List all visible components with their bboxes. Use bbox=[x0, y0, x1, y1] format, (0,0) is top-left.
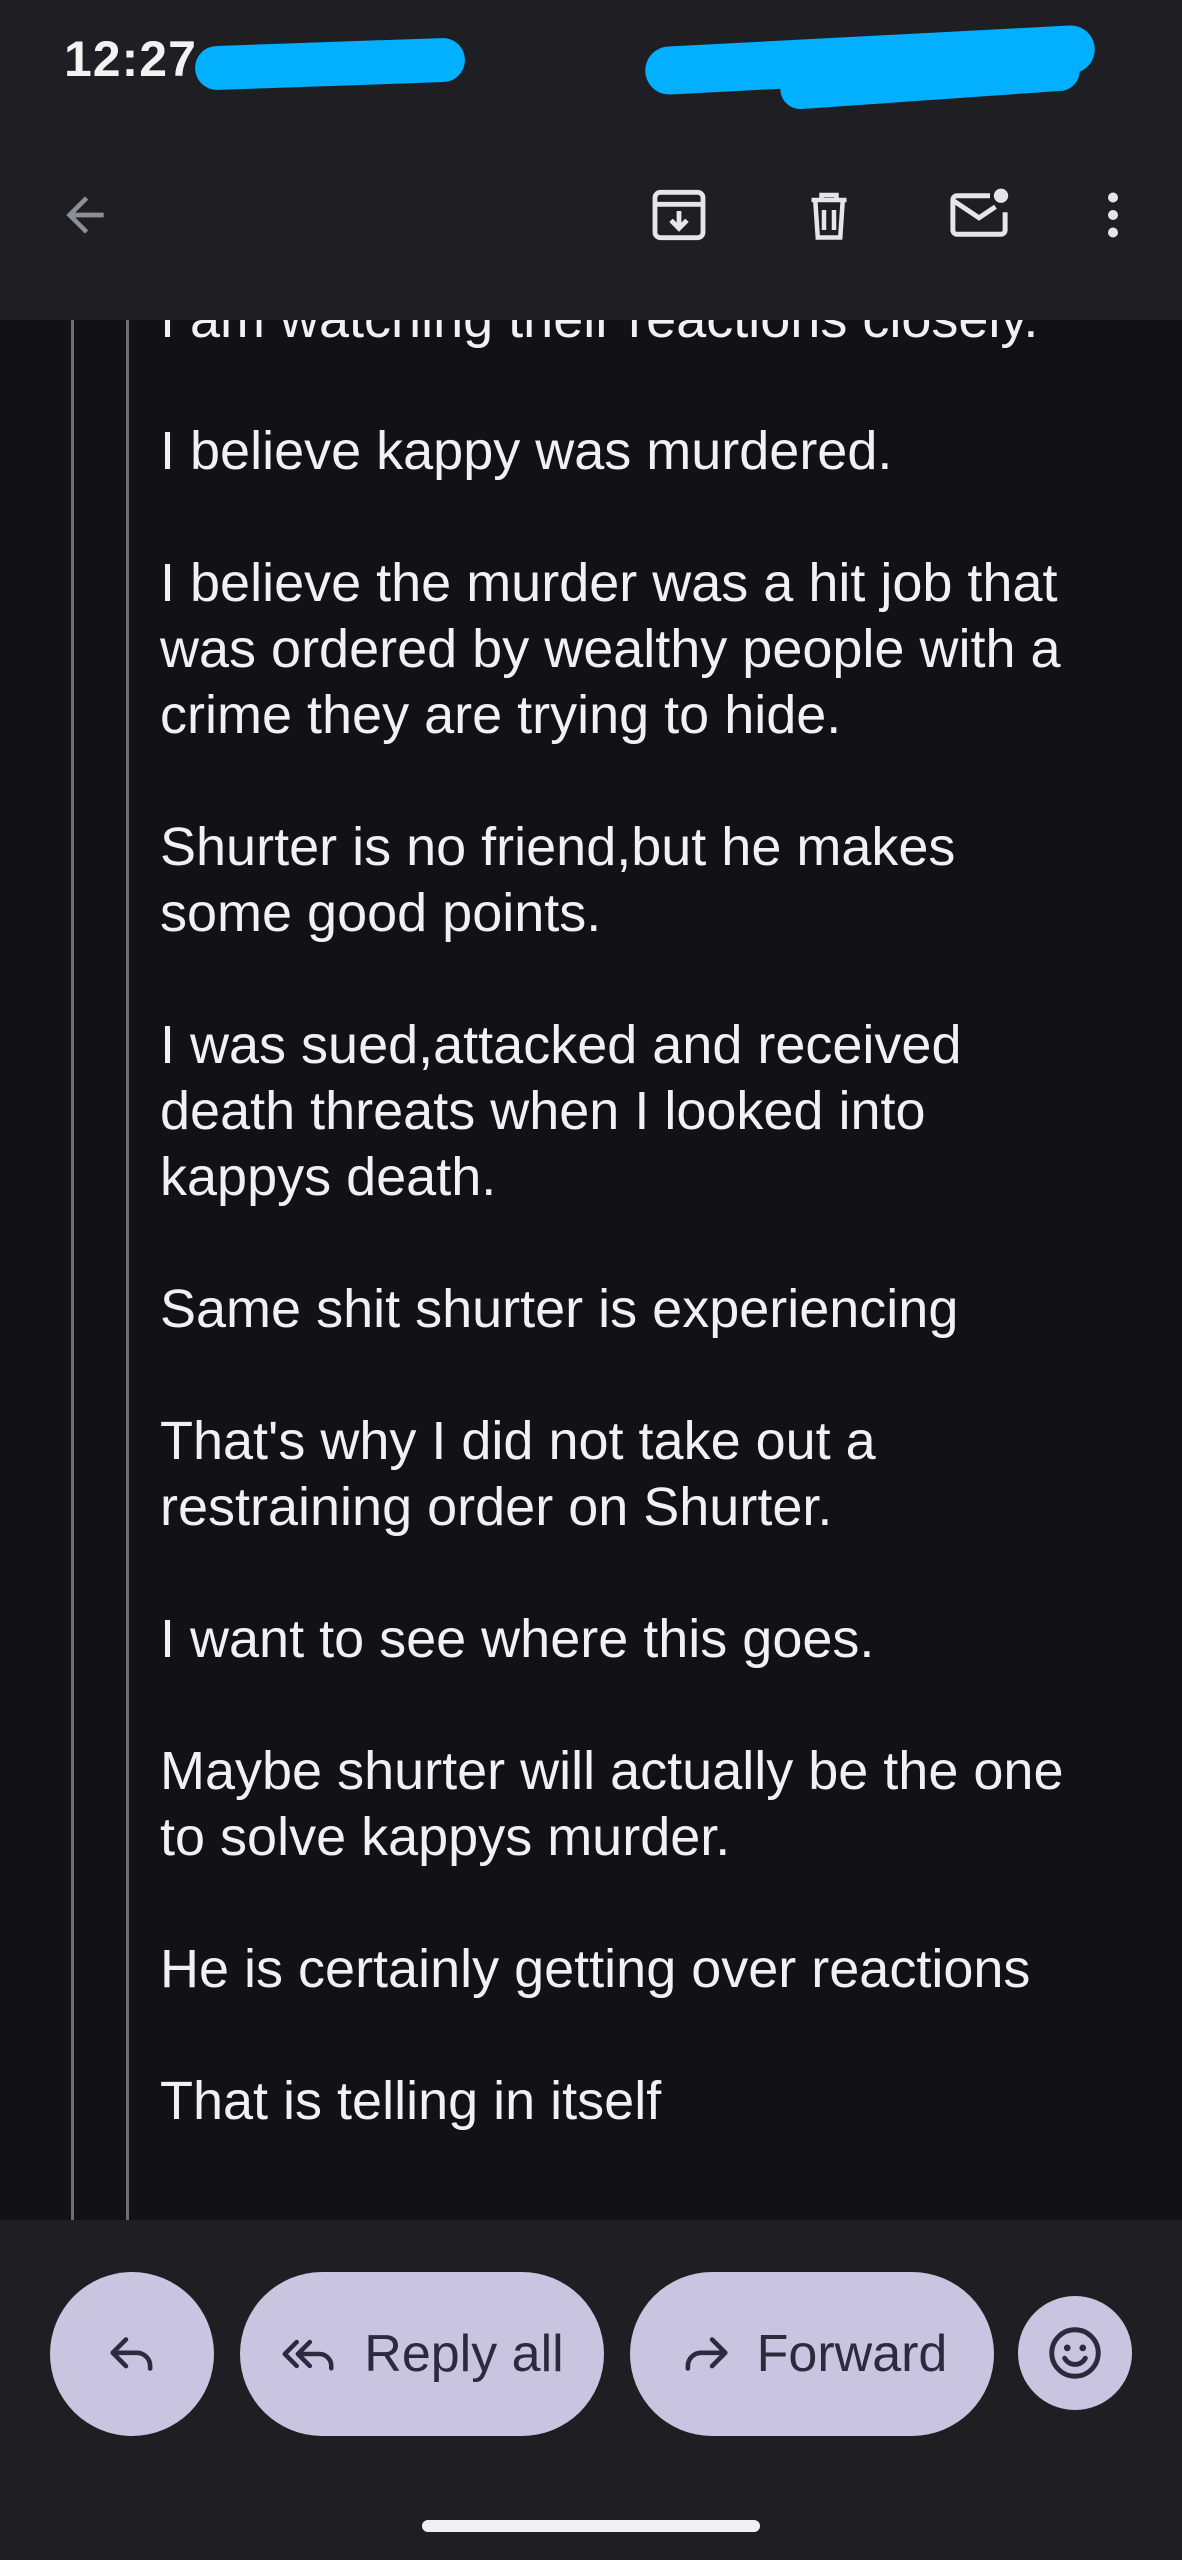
reply-all-button[interactable]: Reply all bbox=[240, 2272, 604, 2436]
more-options-button[interactable] bbox=[1068, 170, 1158, 260]
reply-icon bbox=[110, 2337, 153, 2371]
reply-all-label: Reply all bbox=[364, 2325, 564, 2383]
message-line: kappys death. bbox=[160, 1147, 497, 1207]
message-line: restraining order on Shurter. bbox=[160, 1477, 833, 1537]
email-toolbar bbox=[0, 120, 1182, 320]
redaction-mark bbox=[194, 37, 466, 91]
message-line: Same shit shurter is experiencing bbox=[160, 1279, 959, 1339]
quote-border-inner bbox=[126, 320, 129, 2220]
emoji-reaction-icon bbox=[1049, 2327, 1101, 2379]
forward-label: Forward bbox=[756, 2325, 948, 2383]
message-line: some good points. bbox=[160, 883, 602, 943]
forward-button[interactable]: Forward bbox=[630, 2272, 994, 2436]
message-line: Maybe shurter will actually be the one bbox=[160, 1741, 1064, 1801]
message-line: to solve kappys murder. bbox=[160, 1807, 731, 1867]
email-body: I am watching their reactions closely. I … bbox=[0, 320, 1182, 2220]
trash-icon bbox=[811, 192, 847, 240]
message-line: death threats when I looked into bbox=[160, 1081, 926, 1141]
message-line: Shurter is no friend,but he makes bbox=[160, 817, 956, 877]
message-line: He is certainly getting over reactions bbox=[160, 1939, 1031, 1999]
message-line: That's why I did not take out a bbox=[160, 1411, 876, 1471]
mark-unread-button[interactable] bbox=[934, 170, 1024, 260]
message-line: was ordered by wealthy people with a bbox=[160, 619, 1061, 679]
forward-icon bbox=[685, 2337, 728, 2371]
more-vert-icon bbox=[1108, 192, 1118, 238]
action-bar: Reply all Forward bbox=[0, 2220, 1182, 2560]
message-line: I believe kappy was murdered. bbox=[160, 421, 893, 481]
mail-unread-icon bbox=[950, 188, 1009, 237]
arrow-left-icon bbox=[66, 196, 104, 234]
message-line: I believe the murder was a hit job that bbox=[160, 553, 1058, 613]
quote-border-outer bbox=[71, 320, 74, 2220]
status-bar: 12:27 bbox=[0, 0, 1182, 120]
reply-all-icon bbox=[282, 2339, 334, 2371]
message-line: I want to see where this goes. bbox=[160, 1609, 875, 1669]
message-line: I am watching their reactions closely. bbox=[160, 320, 1038, 352]
message-line: That is telling in itself bbox=[160, 2071, 662, 2131]
message-line: I was sued,attacked and received bbox=[160, 1015, 962, 1075]
reply-button[interactable] bbox=[50, 2272, 214, 2436]
home-indicator[interactable] bbox=[422, 2520, 760, 2532]
delete-button[interactable] bbox=[784, 170, 874, 260]
archive-button[interactable] bbox=[634, 170, 724, 260]
back-button[interactable] bbox=[40, 170, 130, 260]
message-line: crime they are trying to hide. bbox=[160, 685, 842, 745]
status-time: 12:27 bbox=[64, 31, 197, 87]
archive-icon bbox=[652, 189, 706, 241]
emoji-reaction-button[interactable] bbox=[1018, 2296, 1132, 2410]
